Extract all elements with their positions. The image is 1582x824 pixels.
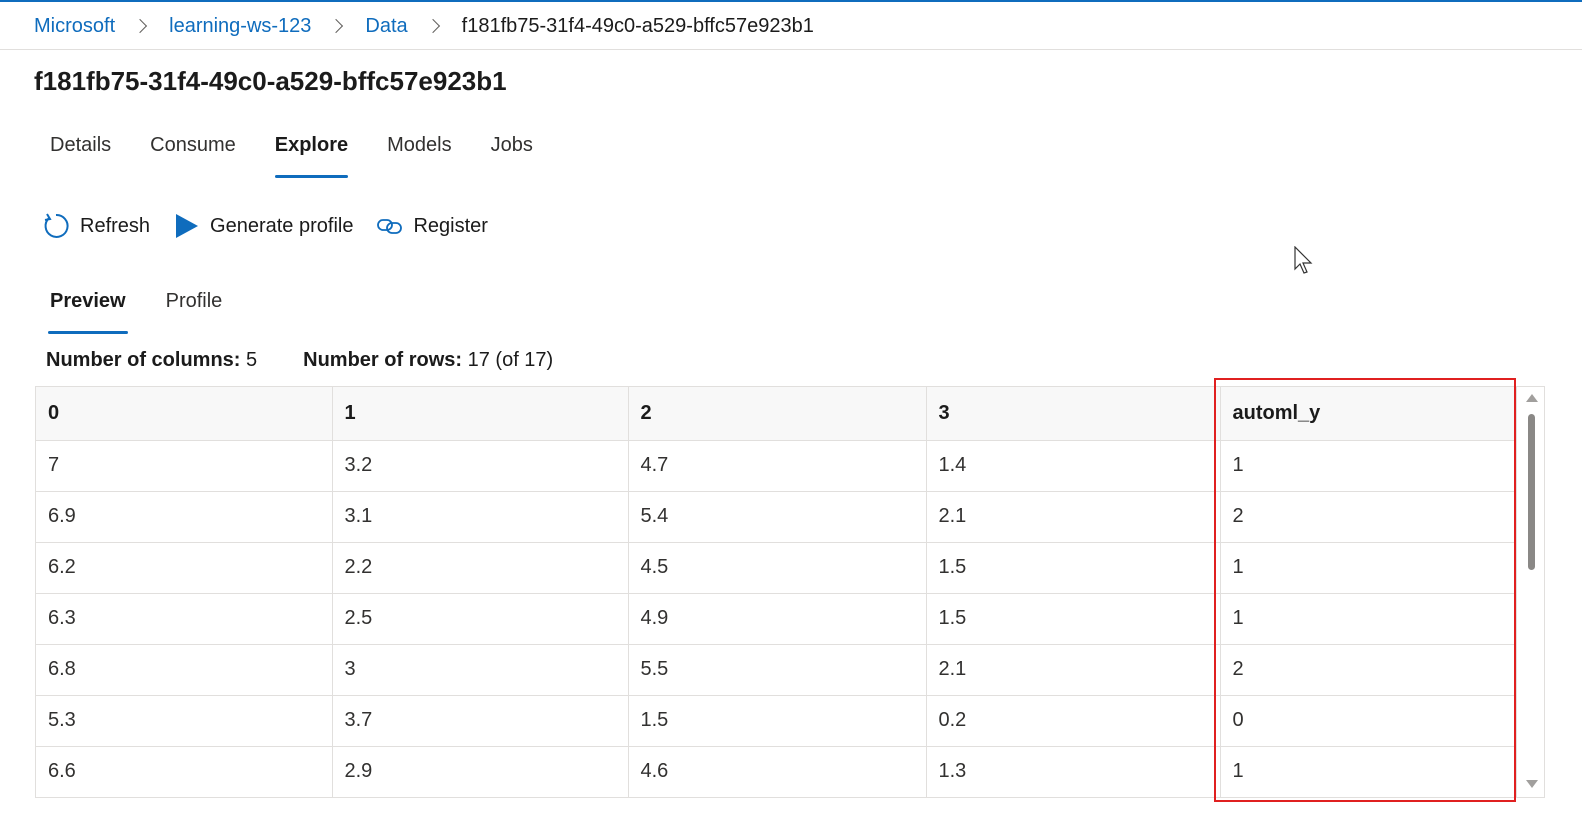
table-cell: 1 — [1220, 746, 1517, 797]
column-header[interactable]: 3 — [926, 387, 1221, 441]
table-cell: 7 — [36, 440, 333, 492]
table-header-row: 0 1 2 3 automl_y — [36, 387, 1517, 441]
table-cell: 2.1 — [926, 491, 1221, 543]
row-count-value: 17 (of 17) — [467, 349, 554, 371]
table-cell: 1.5 — [926, 593, 1221, 645]
chevron-right-icon — [425, 18, 440, 34]
table-row: 6.9 3.1 5.4 2.1 2 — [36, 491, 1517, 543]
table-cell: 4.5 — [628, 542, 927, 594]
grid-vertical-scrollbar[interactable] — [1520, 388, 1542, 796]
table-cell: 1 — [1220, 593, 1517, 645]
refresh-label: Refresh — [80, 214, 151, 237]
generate-profile-button[interactable]: Generate profile — [174, 213, 353, 239]
play-icon — [176, 214, 199, 238]
table-cell: 6.8 — [36, 644, 333, 696]
column-count: Number of columns: 5 — [46, 349, 257, 372]
row-count: Number of rows: 17 (of 17) — [303, 349, 553, 372]
table-cell: 6.6 — [36, 746, 333, 797]
table-cell: 2.1 — [926, 644, 1221, 696]
subtab-profile[interactable]: Profile — [152, 284, 237, 332]
table-cell: 2 — [1220, 644, 1517, 696]
register-button[interactable]: Register — [377, 214, 488, 238]
table-cell: 2 — [1220, 491, 1517, 543]
table-cell: 1.3 — [926, 746, 1221, 797]
column-count-label: Number of columns: — [46, 349, 241, 371]
table-cell: 6.9 — [36, 491, 333, 543]
table-cell: 4.9 — [628, 593, 927, 645]
main-tabs: Details Consume Explore Models Jobs — [36, 128, 558, 180]
table-cell: 5.5 — [628, 644, 927, 696]
table-cell: 2.2 — [332, 542, 629, 594]
table-cell: 3 — [332, 644, 629, 696]
explore-subtabs: Preview Profile — [36, 284, 248, 334]
column-header[interactable]: 0 — [36, 387, 333, 441]
table-cell: 3.7 — [332, 695, 629, 747]
table-cell: 3.2 — [332, 440, 629, 492]
scroll-up-arrow-icon[interactable] — [1526, 394, 1538, 402]
tab-consume[interactable]: Consume — [136, 128, 250, 174]
table-cell: 1 — [1220, 542, 1517, 594]
breadcrumb-microsoft[interactable]: Microsoft — [34, 15, 115, 38]
breadcrumb: Microsoft learning-ws-123 Data f181fb75-… — [34, 12, 814, 40]
table-cell: 6.3 — [36, 593, 333, 645]
table-row: 6.8 3 5.5 2.1 2 — [36, 644, 1517, 696]
column-count-value: 5 — [246, 349, 258, 371]
chevron-right-icon — [329, 18, 344, 34]
breadcrumb-data[interactable]: Data — [365, 15, 407, 38]
table-row: 6.2 2.2 4.5 1.5 1 — [36, 542, 1517, 594]
table-row: 7 3.2 4.7 1.4 1 — [36, 440, 1517, 492]
table-cell: 6.2 — [36, 542, 333, 594]
table-cell: 1.5 — [926, 542, 1221, 594]
dataset-counts: Number of columns: 5 Number of rows: 17 … — [46, 349, 599, 372]
table-cell: 0.2 — [926, 695, 1221, 747]
data-table: 0 1 2 3 automl_y 7 3.2 4.7 1.4 1 6.9 3.1… — [36, 387, 1517, 797]
tab-explore[interactable]: Explore — [261, 128, 362, 178]
table-row: 6.6 2.9 4.6 1.3 1 — [36, 746, 1517, 797]
data-preview-grid: 0 1 2 3 automl_y 7 3.2 4.7 1.4 1 6.9 3.1… — [35, 386, 1545, 798]
tab-jobs[interactable]: Jobs — [477, 128, 547, 174]
mouse-cursor-icon — [1294, 246, 1313, 274]
scroll-down-arrow-icon[interactable] — [1526, 780, 1538, 788]
chevron-right-icon — [133, 18, 148, 34]
scroll-thumb[interactable] — [1528, 414, 1535, 570]
table-cell: 5.4 — [628, 491, 927, 543]
refresh-button[interactable]: Refresh — [42, 212, 150, 240]
row-count-label: Number of rows: — [303, 349, 463, 371]
column-header-automl-y[interactable]: automl_y — [1220, 387, 1517, 441]
table-cell: 1 — [1220, 440, 1517, 492]
refresh-icon — [44, 213, 69, 238]
table-cell: 2.9 — [332, 746, 629, 797]
table-cell: 3.1 — [332, 491, 629, 543]
tab-models[interactable]: Models — [373, 128, 465, 174]
table-cell: 5.3 — [36, 695, 333, 747]
table-cell: 1.5 — [628, 695, 927, 747]
breadcrumb-current: f181fb75-31f4-49c0-a529-bffc57e923b1 — [461, 14, 814, 37]
page-title: f181fb75-31f4-49c0-a529-bffc57e923b1 — [34, 66, 507, 96]
breadcrumb-workspace[interactable]: learning-ws-123 — [169, 15, 311, 38]
link-icon — [377, 219, 403, 234]
tab-details[interactable]: Details — [36, 128, 125, 174]
header-divider — [0, 49, 1582, 50]
column-header[interactable]: 2 — [628, 387, 927, 441]
generate-profile-label: Generate profile — [210, 214, 354, 237]
column-header[interactable]: 1 — [332, 387, 629, 441]
subtab-preview[interactable]: Preview — [36, 284, 140, 334]
table-cell: 4.6 — [628, 746, 927, 797]
register-label: Register — [413, 214, 488, 237]
table-cell: 1.4 — [926, 440, 1221, 492]
table-cell: 0 — [1220, 695, 1517, 747]
table-cell: 4.7 — [628, 440, 927, 492]
top-accent-line — [0, 0, 1582, 2]
toolbar: Refresh Generate profile Register — [42, 206, 512, 246]
table-cell: 2.5 — [332, 593, 629, 645]
table-row: 6.3 2.5 4.9 1.5 1 — [36, 593, 1517, 645]
table-row: 5.3 3.7 1.5 0.2 0 — [36, 695, 1517, 747]
